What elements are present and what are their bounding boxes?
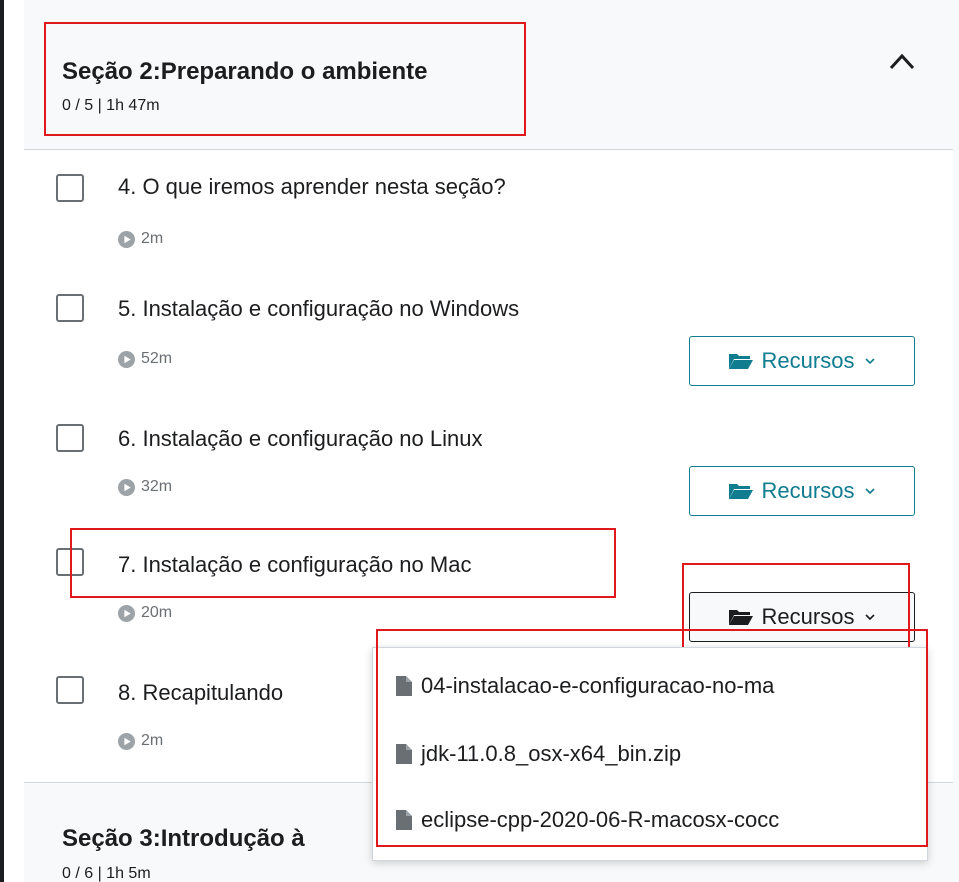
play-icon (118, 350, 135, 368)
left-border (0, 0, 4, 882)
resource-file-link[interactable]: 04-instalacao-e-configuracao-no-ma (395, 666, 915, 706)
lecture-checkbox[interactable] (56, 548, 84, 576)
chevron-down-icon (865, 488, 876, 495)
resources-button[interactable]: Recursos (689, 336, 915, 386)
lecture-duration: 32m (118, 478, 172, 496)
lecture-duration: 20m (118, 604, 172, 622)
resources-button[interactable]: Recursos (689, 466, 915, 516)
resource-file-name: eclipse-cpp-2020-06-R-macosx-cocc (421, 807, 780, 832)
duration-text: 20m (141, 604, 173, 621)
section-header[interactable]: Seção 2:Preparando o ambiente 0 / 5 | 1h… (24, 0, 953, 150)
play-icon (118, 604, 135, 622)
lecture-duration: 2m (118, 732, 163, 750)
resources-label: Recursos (761, 348, 855, 373)
next-section-title: Seção 3:Introdução à (62, 825, 305, 852)
scrollbar-track[interactable] (953, 0, 959, 882)
lecture-checkbox[interactable] (56, 676, 84, 704)
file-icon (396, 676, 412, 696)
resource-file-name: 04-instalacao-e-configuracao-no-ma (421, 673, 775, 698)
play-icon (118, 230, 135, 248)
lecture-checkbox[interactable] (56, 424, 84, 452)
folder-open-icon (728, 354, 753, 369)
folder-open-icon (728, 610, 753, 625)
lecture-title: 8. Recapitulando (118, 680, 284, 705)
resources-label: Recursos (761, 478, 855, 503)
section-title: Seção 2:Preparando o ambiente (62, 58, 428, 85)
lecture-item[interactable]: 5. Instalação e configuração no Windows … (24, 280, 953, 408)
lecture-item[interactable]: 4. O que iremos aprender nesta seção? 2m (24, 152, 953, 280)
duration-text: 2m (141, 732, 164, 749)
chevron-up-icon[interactable] (887, 50, 917, 72)
play-icon (118, 732, 135, 750)
section-meta: 0 / 5 | 1h 47m (62, 97, 160, 114)
resources-button-open[interactable]: Recursos (689, 592, 915, 642)
lecture-duration: 2m (118, 230, 163, 248)
lecture-checkbox[interactable] (56, 174, 84, 202)
lecture-title: 4. O que iremos aprender nesta seção? (118, 174, 506, 199)
resource-file-link[interactable]: jdk-11.0.8_osx-x64_bin.zip (395, 734, 915, 774)
next-section-meta: 0 / 6 | 1h 5m (62, 865, 151, 882)
duration-text: 32m (141, 478, 173, 495)
chevron-down-icon (865, 358, 876, 365)
folder-open-icon (728, 484, 753, 499)
lecture-title: 6. Instalação e configuração no Linux (118, 426, 483, 451)
lecture-item[interactable]: 6. Instalação e configuração no Linux 32… (24, 410, 953, 538)
file-icon (396, 744, 412, 764)
lecture-title: 5. Instalação e configuração no Windows (118, 296, 520, 321)
lecture-duration: 52m (118, 350, 172, 368)
lecture-checkbox[interactable] (56, 294, 84, 322)
duration-text: 52m (141, 350, 173, 367)
file-icon (396, 810, 412, 830)
resource-file-link[interactable]: eclipse-cpp-2020-06-R-macosx-cocc (395, 800, 915, 840)
lecture-item[interactable]: 7. Instalação e configuração no Mac 20m … (24, 536, 953, 664)
resources-dropdown: 04-instalacao-e-configuracao-no-ma jdk-1… (372, 647, 928, 861)
play-icon (118, 478, 135, 496)
chevron-down-icon (865, 614, 876, 621)
duration-text: 2m (141, 230, 164, 247)
resources-label: Recursos (761, 604, 855, 629)
lecture-title: 7. Instalação e configuração no Mac (118, 552, 472, 577)
resource-file-name: jdk-11.0.8_osx-x64_bin.zip (421, 741, 682, 766)
